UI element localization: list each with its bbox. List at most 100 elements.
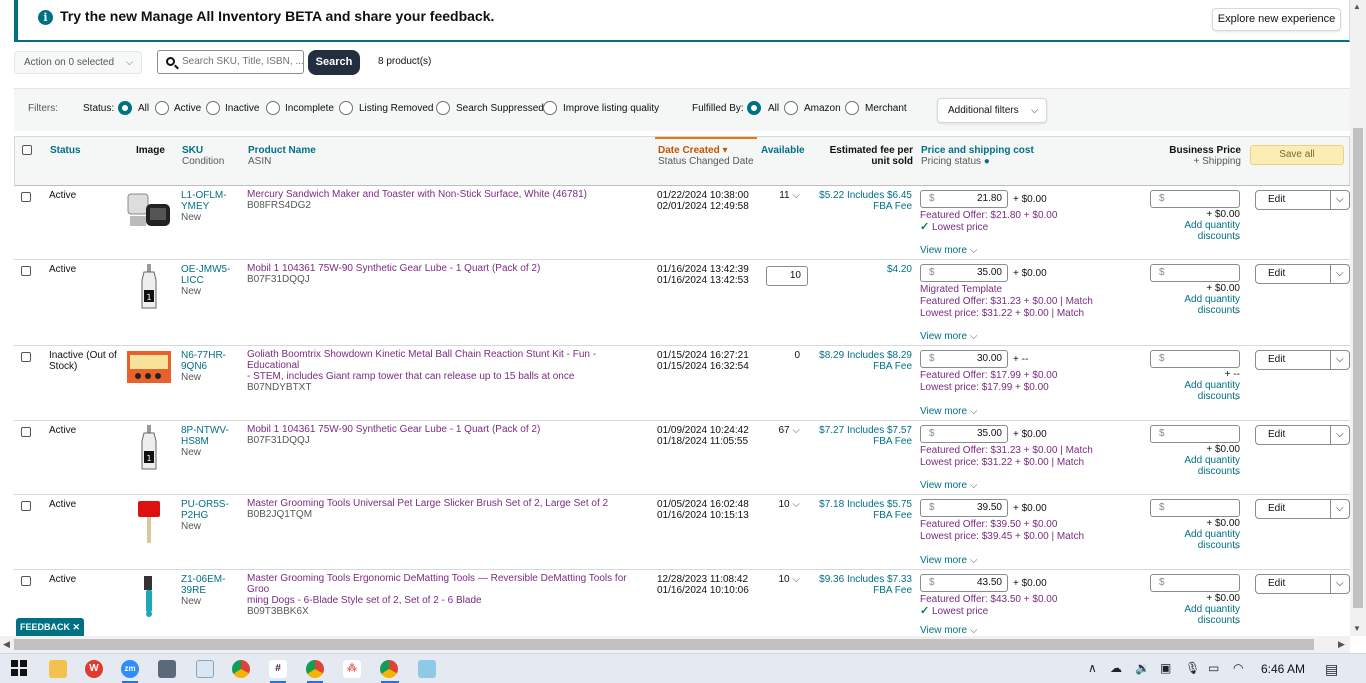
onedrive-icon[interactable]: ☁ xyxy=(1110,661,1122,675)
row-available[interactable]: 0 xyxy=(774,350,800,361)
scrollbar-thumb[interactable] xyxy=(14,639,1314,650)
price-input[interactable]: $21.80 xyxy=(920,190,1008,208)
select-all-checkbox[interactable] xyxy=(22,145,32,155)
edit-button[interactable]: Edit ⌵ xyxy=(1255,499,1350,519)
zoom-icon[interactable]: zm xyxy=(121,660,139,678)
additional-filters-button[interactable]: Additional filters ⌵ xyxy=(937,98,1047,123)
product-image[interactable] xyxy=(126,499,172,545)
header-sku[interactable]: SKU Condition xyxy=(182,145,224,167)
row-fee[interactable]: $7.18 Includes $5.75 FBA Fee xyxy=(804,499,912,521)
price-input[interactable]: $35.00 xyxy=(920,425,1008,443)
scrollbar-thumb[interactable] xyxy=(1353,128,1363,608)
chevron-up-icon[interactable]: ∧ xyxy=(1088,661,1097,675)
status-radio-improve-listing[interactable] xyxy=(543,101,557,115)
chevron-down-icon[interactable]: ⌵ xyxy=(1233,468,1239,478)
row-product-name[interactable]: Master Grooming Tools Ergonomic DeMattin… xyxy=(247,573,647,617)
header-date-created[interactable]: Date Created ▾ Status Changed Date xyxy=(658,145,754,167)
row-sku[interactable]: Z1-06EM- 39RE New xyxy=(181,574,225,607)
fulfilled-radio-amazon[interactable] xyxy=(784,101,798,115)
row-available[interactable]: 67 ⌵ xyxy=(774,425,801,436)
row-checkbox[interactable] xyxy=(21,266,31,276)
windows-start-icon[interactable] xyxy=(10,660,28,678)
price-input[interactable]: $30.00 xyxy=(920,350,1008,368)
product-image[interactable] xyxy=(126,190,172,236)
pricing-status-line[interactable]: Lowest price: $31.22 + $0.00 | Match xyxy=(920,308,1084,319)
fulfilled-radio-all[interactable] xyxy=(747,101,761,115)
microphone-icon[interactable]: 🎙 xyxy=(1185,661,1200,675)
row-checkbox[interactable] xyxy=(21,352,31,362)
feedback-button[interactable]: FEEDBACK ✕ xyxy=(16,618,84,636)
pricing-status-line[interactable]: Lowest price: $31.22 + $0.00 | Match xyxy=(920,457,1084,468)
header-status[interactable]: Status xyxy=(50,145,81,156)
product-image[interactable]: 1 xyxy=(126,425,172,471)
view-more-link[interactable]: View more ⌵ xyxy=(920,245,977,256)
view-more-link[interactable]: View more ⌵ xyxy=(920,555,977,566)
status-radio-all[interactable] xyxy=(118,101,132,115)
business-price-input[interactable]: $ xyxy=(1150,350,1240,368)
view-more-link[interactable]: View more ⌵ xyxy=(920,406,977,417)
view-more-link[interactable]: View more ⌵ xyxy=(920,480,977,491)
edit-button[interactable]: Edit ⌵ xyxy=(1255,350,1350,370)
calculator-icon[interactable] xyxy=(158,660,176,678)
row-sku[interactable]: 8P-NTWV- HS8M New xyxy=(181,425,229,458)
chevron-down-icon[interactable]: ⌵ xyxy=(1233,617,1239,627)
edit-button[interactable]: Edit ⌵ xyxy=(1255,425,1350,445)
bulk-action-dropdown[interactable]: Action on 0 selected ⌵ xyxy=(14,51,142,74)
row-fee[interactable]: $7.27 Includes $7.57 FBA Fee xyxy=(804,425,912,447)
row-sku[interactable]: L1-OFLM- YMEY New xyxy=(181,190,227,223)
business-price-input[interactable]: $ xyxy=(1150,264,1240,282)
available-input[interactable]: 10 xyxy=(766,266,808,286)
chrome-profile-icon[interactable] xyxy=(306,660,324,678)
fulfilled-radio-merchant[interactable] xyxy=(845,101,859,115)
chevron-down-icon[interactable]: ⌵ xyxy=(1233,233,1239,243)
header-available[interactable]: Available xyxy=(761,145,805,156)
price-input[interactable]: $35.00 xyxy=(920,264,1008,282)
row-checkbox[interactable] xyxy=(21,192,31,202)
search-input[interactable]: Search SKU, Title, ISBN, ... xyxy=(157,50,304,74)
edit-button[interactable]: Edit ⌵ xyxy=(1255,190,1350,210)
row-product-name[interactable]: Master Grooming Tools Universal Pet Larg… xyxy=(247,498,647,520)
notepad-icon[interactable] xyxy=(418,660,436,678)
pricing-status-line[interactable]: Featured Offer: $31.23 + $0.00 | Match xyxy=(920,296,1093,307)
header-product-name[interactable]: Product Name ASIN xyxy=(248,145,316,167)
business-price-input[interactable]: $ xyxy=(1150,574,1240,592)
row-fee[interactable]: $9.36 Includes $7.33 FBA Fee xyxy=(804,574,912,596)
price-input[interactable]: $43.50 xyxy=(920,574,1008,592)
volume-icon[interactable]: 🔉 xyxy=(1135,661,1150,675)
row-product-name[interactable]: Mobil 1 104361 75W-90 Synthetic Gear Lub… xyxy=(247,424,647,446)
row-fee[interactable]: $5.22 Includes $6.45 FBA Fee xyxy=(804,190,912,212)
paint-icon[interactable] xyxy=(196,660,214,678)
chevron-down-icon[interactable]: ⌵ xyxy=(1233,542,1239,552)
file-explorer-icon[interactable] xyxy=(49,660,67,678)
add-quantity-discounts-link[interactable]: Add quantity discounts xyxy=(1140,294,1240,316)
row-checkbox[interactable] xyxy=(21,427,31,437)
row-fee[interactable]: $8.29 Includes $8.29 FBA Fee xyxy=(804,350,912,372)
save-all-button[interactable]: Save all xyxy=(1250,145,1344,165)
row-product-name[interactable]: Mercury Sandwich Maker and Toaster with … xyxy=(247,189,647,211)
row-checkbox[interactable] xyxy=(21,576,31,586)
pricing-status-line[interactable]: Featured Offer: $31.23 + $0.00 | Match xyxy=(920,445,1093,456)
view-more-link[interactable]: View more ⌵ xyxy=(920,331,977,342)
pricing-status-line[interactable]: Lowest price: $17.99 + $0.00 xyxy=(920,382,1049,393)
pricing-status-line[interactable]: Featured Offer: $39.50 + $0.00 xyxy=(920,519,1057,530)
horizontal-scrollbar[interactable]: ◀ ▶ xyxy=(0,636,1350,653)
product-image[interactable]: 1 xyxy=(126,264,172,310)
business-price-input[interactable]: $ xyxy=(1150,425,1240,443)
add-quantity-discounts-link[interactable]: Add quantity discounts xyxy=(1140,380,1240,402)
status-radio-active[interactable] xyxy=(155,101,169,115)
status-radio-incomplete[interactable] xyxy=(266,101,280,115)
row-fee[interactable]: $4.20 xyxy=(804,264,912,275)
status-radio-inactive[interactable] xyxy=(206,101,220,115)
chevron-down-icon[interactable]: ⌵ xyxy=(1233,307,1239,317)
wps-office-icon[interactable]: W xyxy=(85,660,103,678)
meet-icon[interactable]: ▣ xyxy=(1160,661,1171,675)
pricing-status-line[interactable]: Featured Offer: $17.99 + $0.00 xyxy=(920,370,1057,381)
search-button[interactable]: Search xyxy=(308,50,360,75)
header-price-shipping[interactable]: Price and shipping cost Pricing status ● xyxy=(921,145,1034,167)
row-sku[interactable]: OE-JMW5- LICC New xyxy=(181,264,230,297)
row-sku[interactable]: PU-OR5S- P2HG New xyxy=(181,499,229,532)
row-available[interactable]: 10 ⌵ xyxy=(774,499,801,510)
clock[interactable]: 6:46 AM xyxy=(1261,662,1305,676)
chevron-down-icon[interactable]: ⌵ xyxy=(1233,393,1239,403)
pricing-status-line[interactable]: Lowest price: $39.45 + $0.00 | Match xyxy=(920,531,1084,542)
